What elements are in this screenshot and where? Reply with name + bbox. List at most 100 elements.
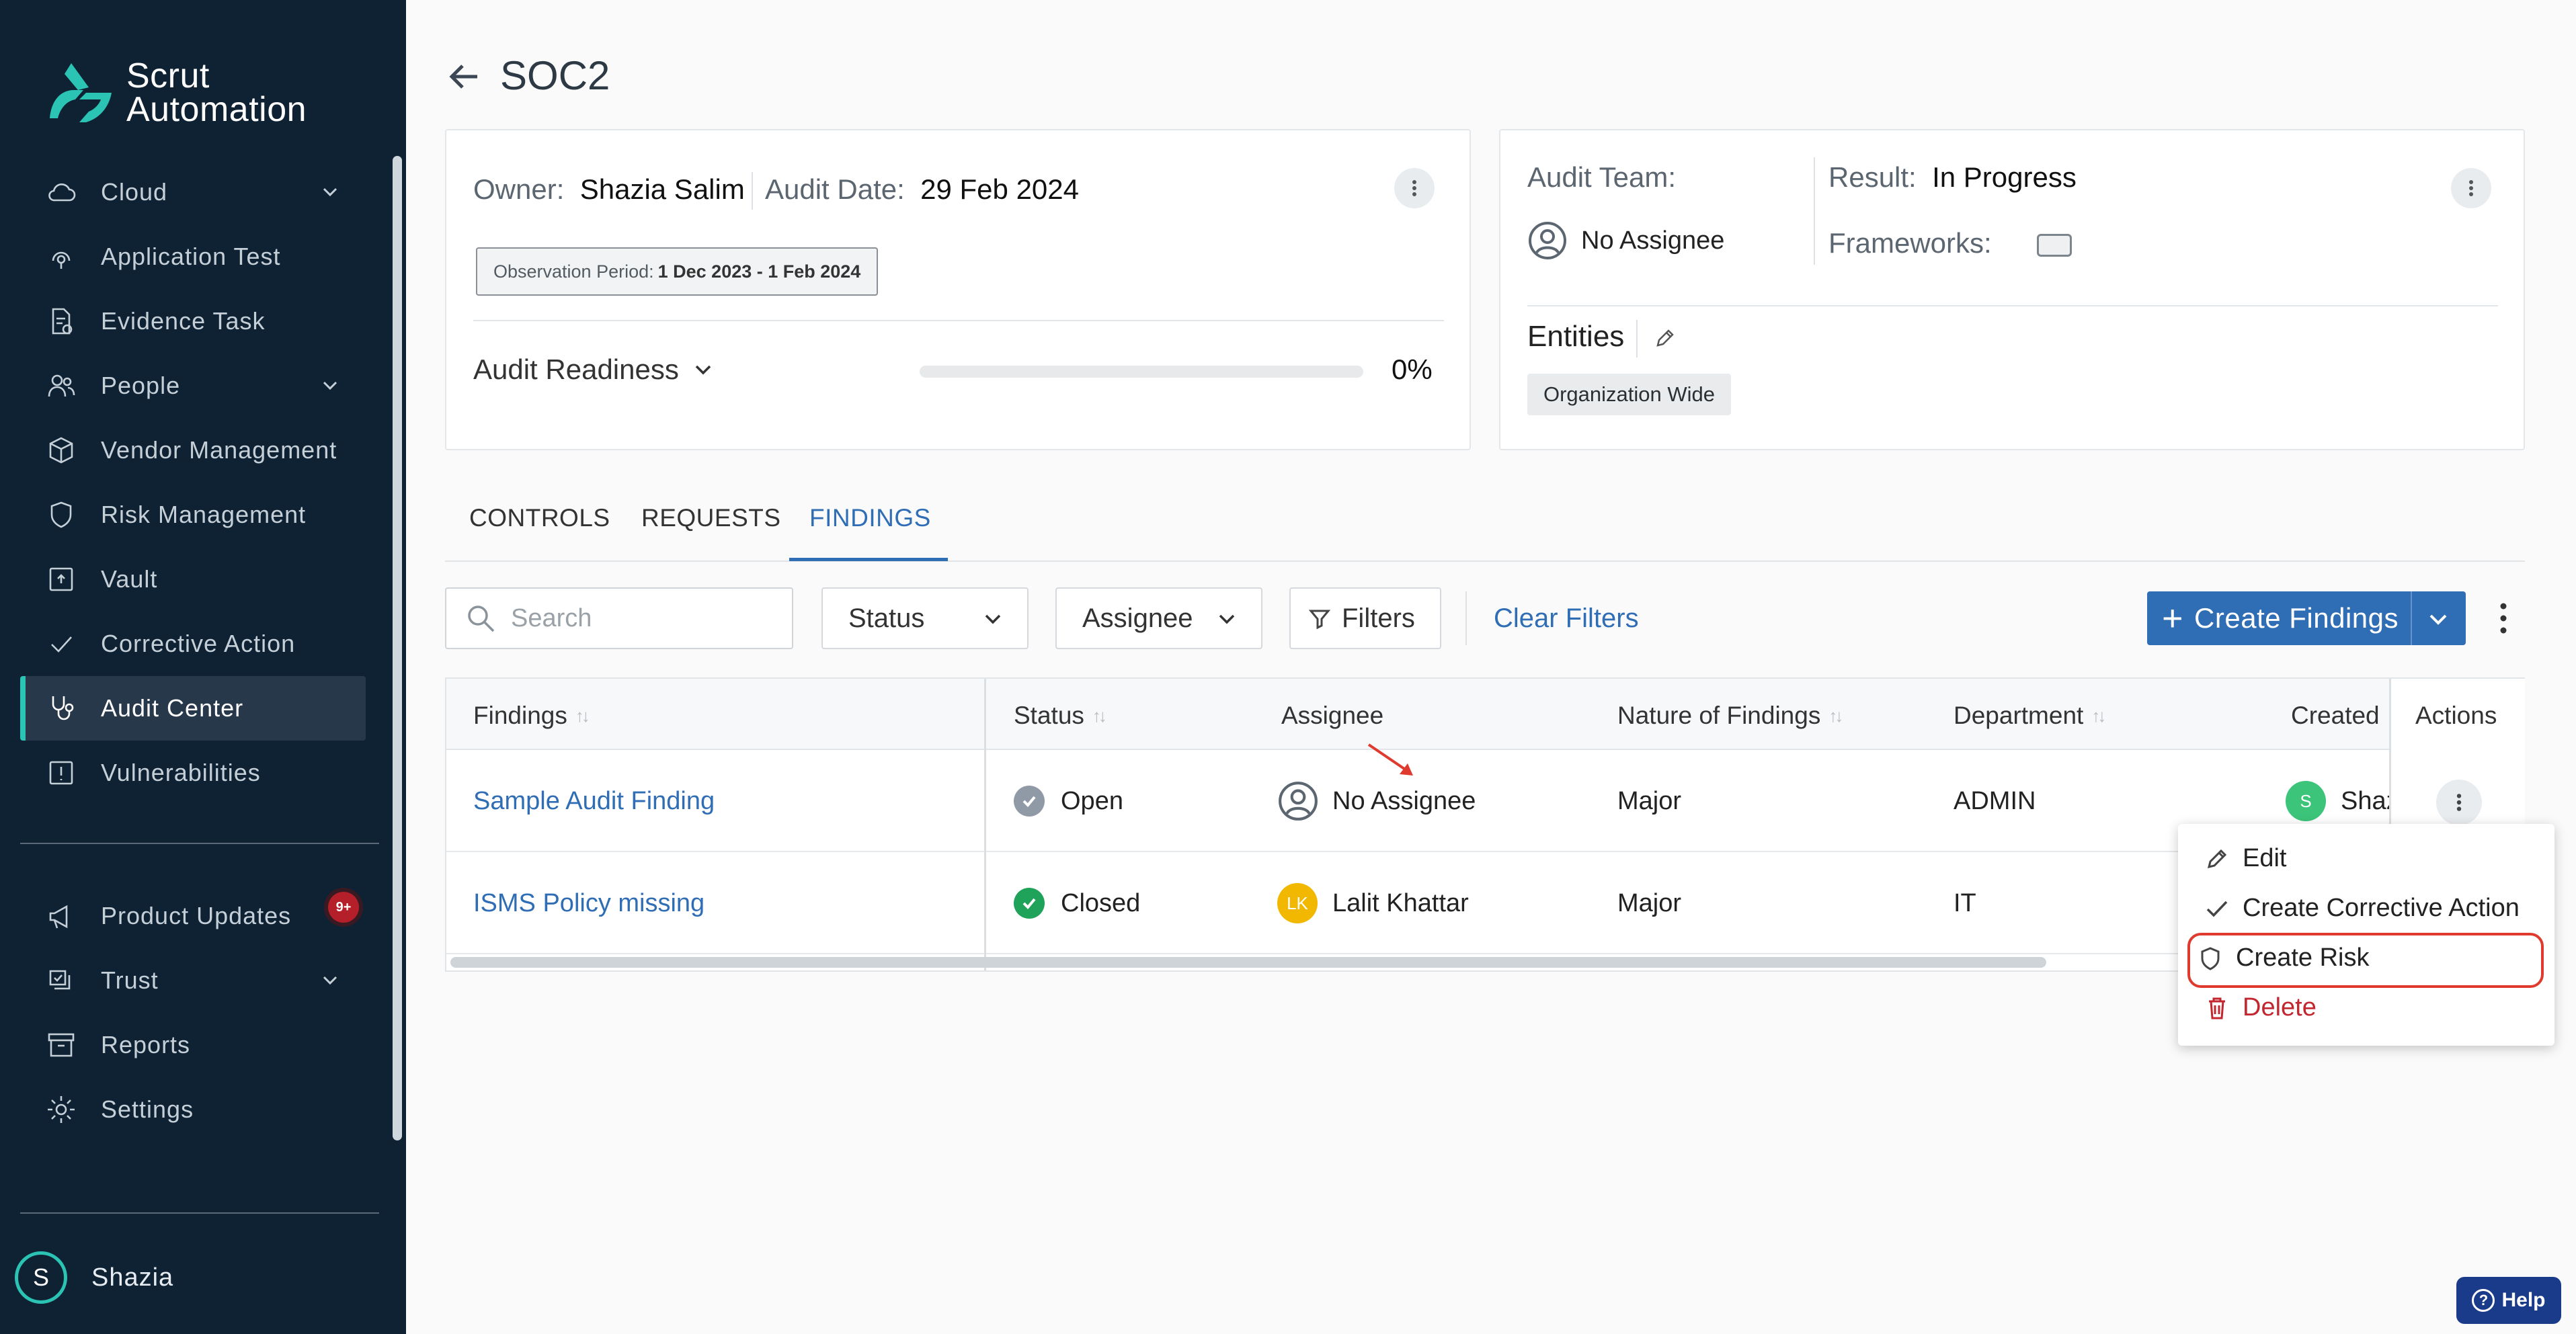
updates-badge: 9+ [328,892,359,923]
sidebar-item-risk-management[interactable]: Risk Management [20,483,366,547]
filter-icon [1308,610,1331,630]
user-circle-icon [1529,222,1566,259]
chevron-down-icon[interactable] [2425,606,2451,632]
toolbar-divider [1465,591,1467,645]
audit-team-assignee[interactable]: No Assignee [1527,220,1724,261]
chevron-down-icon[interactable] [319,374,341,397]
brand-name: Scrut Automation [126,56,307,129]
pencil-icon[interactable] [1652,327,1677,351]
tab-requests[interactable]: REQUESTS [641,504,781,532]
column-header-status[interactable]: Status ↑↓ [1014,702,1107,730]
sidebar-bottom-nav: Product Updates Trust Reports Settings [20,884,366,1142]
more-vertical-icon[interactable] [2490,599,2517,637]
chevron-down-icon[interactable] [319,180,341,203]
menu-item-create-corrective-action[interactable]: Create Corrective Action [2204,894,2520,923]
avatar: S [2286,781,2326,821]
people-icon [44,369,78,403]
sidebar-item-product-updates[interactable]: Product Updates [20,884,366,948]
create-findings-button[interactable]: + Create Findings [2147,591,2466,645]
owner-field: Owner: Shazia Salim [473,173,745,205]
sidebar-item-trust[interactable]: Trust [20,948,366,1013]
status-dropdown[interactable]: Status [821,587,1029,649]
column-header-nature[interactable]: Nature of Findings ↑↓ [1617,702,1843,730]
back-arrow-icon[interactable] [445,58,483,95]
finding-link[interactable]: Sample Audit Finding [473,750,715,852]
stethoscope-icon [44,692,78,725]
finding-link[interactable]: ISMS Policy missing [473,852,705,954]
check-icon [2206,901,2228,917]
chevron-down-icon [985,614,1001,624]
help-button[interactable]: ? Help [2456,1277,2561,1324]
table-horizontal-scrollbar[interactable] [450,957,2046,968]
sidebar-item-audit-center[interactable]: Audit Center [20,676,366,741]
avatar: LK [1277,883,1318,923]
owner-value: Shazia Salim [579,173,745,205]
sort-icon[interactable]: ↑↓ [2091,706,2106,726]
tab-findings[interactable]: FINDINGS [809,504,931,532]
more-vertical-icon [1412,180,1416,196]
audit-team-more-button[interactable] [2451,168,2491,208]
entity-tag: Organization Wide [1527,374,1732,415]
trash-icon [2209,997,2225,1019]
check-icon [44,627,78,661]
audit-readiness-toggle[interactable]: Audit Readiness [473,353,715,386]
sidebar-nav: Cloud Application Test Evidence Task Peo… [20,160,366,805]
sort-icon[interactable]: ↑↓ [1092,706,1107,726]
shield-icon [44,498,78,532]
sidebar-scrollbar[interactable] [393,156,402,1140]
sort-icon[interactable]: ↑↓ [1828,706,1843,726]
result-value: In Progress [1932,161,2077,193]
sidebar-item-settings[interactable]: Settings [20,1077,366,1142]
assignee-cell[interactable]: LK Lalit Khattar [1277,852,1469,954]
sidebar-divider [20,1212,379,1214]
readiness-progress-bar [920,366,1363,378]
assignee-dropdown[interactable]: Assignee [1055,587,1262,649]
department-cell: IT [1954,888,1976,917]
column-header-department[interactable]: Department ↑↓ [1954,702,2106,730]
search-box[interactable] [445,587,793,649]
audit-info-card: Owner: Shazia Salim Audit Date: 29 Feb 2… [445,129,1471,450]
column-header-findings[interactable]: Findings ↑↓ [473,702,590,730]
menu-item-create-risk[interactable]: Create Risk [2197,944,2370,972]
sidebar-item-vault[interactable]: Vault [20,547,366,612]
chevron-down-icon[interactable] [319,968,341,991]
clear-filters-link[interactable]: Clear Filters [1494,603,1639,634]
sort-icon[interactable]: ↑↓ [575,706,590,726]
menu-item-delete[interactable]: Delete [2204,993,2317,1022]
audit-date-field: Audit Date: 29 Feb 2024 [765,173,1080,205]
column-header-created[interactable]: Created [2291,702,2380,730]
sidebar-item-vendor-management[interactable]: Vendor Management [20,418,366,483]
column-header-assignee: Assignee [1281,702,1384,729]
menu-item-edit[interactable]: Edit [2204,844,2286,873]
sidebar-item-vulnerabilities[interactable]: Vulnerabilities [20,741,366,805]
status-cell: Open [1014,750,1123,852]
framework-logo [2037,234,2072,257]
entities-label: Entities [1527,320,1625,353]
audit-info-more-button[interactable] [1394,168,1435,208]
sidebar-item-cloud[interactable]: Cloud [20,160,366,224]
field-divider [752,172,753,210]
card-divider [1527,305,2498,306]
brand-logo[interactable]: Scrut Automation [44,56,307,129]
frameworks-label: Frameworks: [1828,227,1992,259]
alert-icon [44,756,78,790]
sidebar-item-evidence-task[interactable]: Evidence Task [20,289,366,353]
sidebar-item-application-test[interactable]: Application Test [20,224,366,289]
trust-icon [44,964,78,997]
search-input[interactable] [511,603,780,633]
main-content: SOC2 Owner: Shazia Salim Audit Date: 29 … [406,0,2576,1334]
filters-button[interactable]: Filters [1289,587,1441,649]
row-actions-button[interactable] [2436,780,2482,825]
sidebar-item-people[interactable]: People [20,353,366,418]
audit-date-value: 29 Feb 2024 [920,173,1080,205]
frozen-column-divider [984,679,986,970]
result-field: Result: In Progress [1828,161,2077,193]
sidebar-item-reports[interactable]: Reports [20,1013,366,1077]
more-vertical-icon [2469,180,2473,196]
tab-controls[interactable]: CONTROLS [469,504,610,532]
column-header-actions: Actions [2415,702,2497,729]
sidebar-item-corrective-action[interactable]: Corrective Action [20,612,366,676]
status-check-icon [1014,888,1045,919]
user-profile[interactable]: S Shazia [15,1251,173,1304]
nature-cell: Major [1617,786,1682,815]
